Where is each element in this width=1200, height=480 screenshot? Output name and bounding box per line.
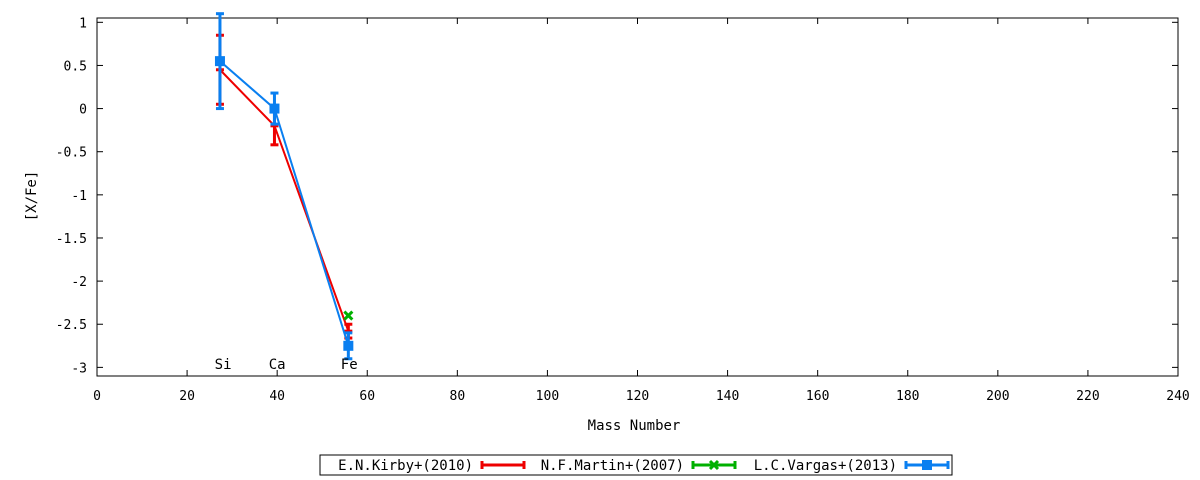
x-tick-label: 240	[1166, 389, 1189, 404]
data-point	[922, 460, 932, 470]
y-tick-label: -1	[71, 189, 87, 204]
y-tick-label: -3	[71, 361, 87, 376]
x-tick-label: 80	[450, 389, 466, 404]
y-tick-label: 0.5	[64, 59, 87, 74]
chart: 0 20 40 60 80 100 120 140 160 180 200 220 240 1 0.5 0 -0…	[0, 0, 1200, 480]
y-axis-title: [X/Fe]	[24, 171, 40, 222]
x-tick-label: 0	[93, 389, 101, 404]
y-tick-label: -2	[71, 275, 87, 290]
x-tick-label: 220	[1076, 389, 1099, 404]
x-tick-label: 140	[716, 389, 739, 404]
x-tick-label: 180	[896, 389, 919, 404]
x-axis-title: Mass Number	[588, 418, 681, 434]
x-tick-label: 120	[626, 389, 649, 404]
legend: E.N.Kirby+(2010) N.F.Martin+(2007) L.C.Var…	[319, 454, 953, 476]
element-label: Fe	[341, 357, 358, 373]
element-label: Si	[215, 357, 232, 373]
legend-label: N.F.Martin+(2007)	[541, 458, 684, 474]
x-tick-label: 60	[359, 389, 375, 404]
x-tick-label: 20	[179, 389, 195, 404]
y-tick-label: -0.5	[56, 146, 87, 161]
y-tick-label: 1	[79, 16, 87, 31]
x-tick-label: 160	[806, 389, 829, 404]
chart-background	[0, 0, 1200, 480]
legend-label: E.N.Kirby+(2010)	[338, 458, 473, 474]
legend-label: L.C.Vargas+(2013)	[754, 458, 897, 474]
y-tick-label: -1.5	[56, 232, 87, 247]
x-tick-label: 40	[269, 389, 285, 404]
y-tick-label: -2.5	[56, 318, 87, 333]
x-tick-label: 200	[986, 389, 1009, 404]
data-point	[214, 56, 225, 67]
x-tick-label: 100	[536, 389, 559, 404]
y-tick-label: 0	[79, 103, 87, 118]
data-point	[269, 103, 280, 114]
data-point	[343, 340, 354, 351]
element-label: Ca	[269, 357, 286, 373]
